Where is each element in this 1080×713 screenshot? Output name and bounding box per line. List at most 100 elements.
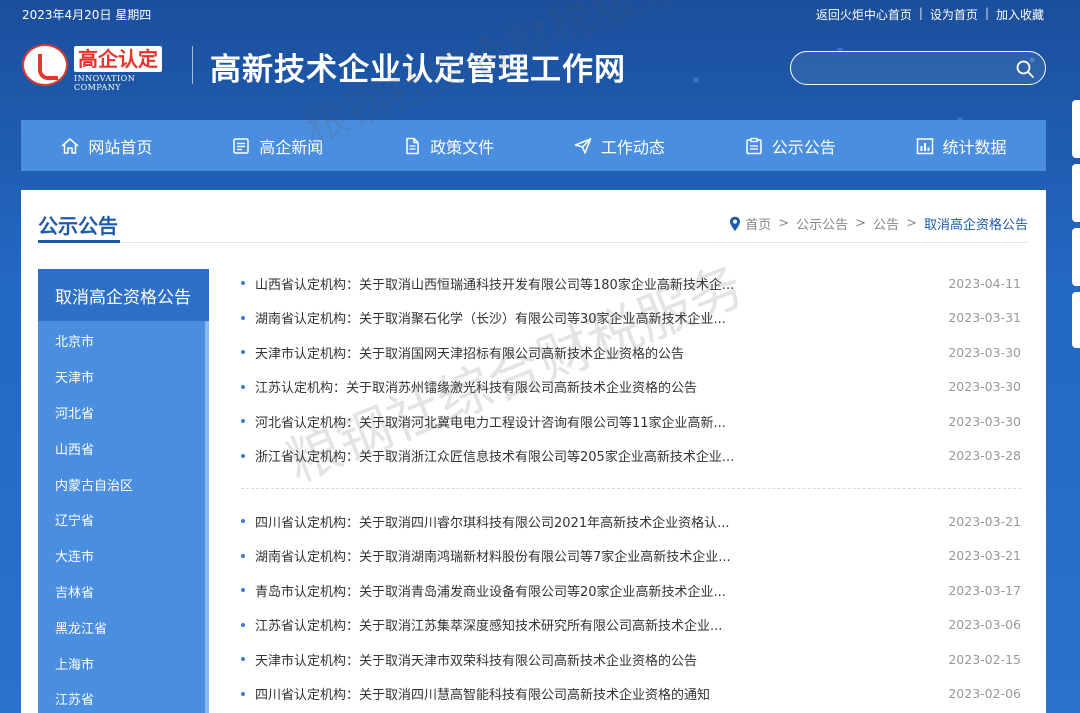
- top-links: 返回火炬中心首页 | 设为首页 | 加入收藏: [816, 6, 1044, 23]
- news-title[interactable]: 浙江省认定机构：关于取消浙江众匠信息技术有限公司等205家企业高新技术企业...: [255, 446, 775, 465]
- nav-item-home[interactable]: 网站首页: [21, 120, 192, 171]
- bullet-icon: [241, 384, 245, 389]
- breadcrumb-sep: >: [855, 216, 867, 231]
- list-item[interactable]: 四川省认定机构：关于取消四川慧高智能科技有限公司高新技术企业资格的通知 2023-…: [241, 677, 1021, 712]
- news-date: 2023-03-30: [948, 344, 1021, 360]
- sidebar-item-beijing[interactable]: 北京市: [38, 323, 209, 359]
- side-float-tab[interactable]: [1072, 228, 1080, 286]
- breadcrumb-notice[interactable]: 公示公告: [796, 214, 848, 233]
- nav-item-news[interactable]: 高企新闻: [192, 120, 363, 171]
- sidebar-item-jiangsu[interactable]: 江苏省: [38, 681, 209, 713]
- sidebar-item-tianjin[interactable]: 天津市: [38, 359, 209, 395]
- search-input[interactable]: [803, 57, 1003, 79]
- nav-label: 公示公告: [771, 137, 836, 157]
- set-homepage-link[interactable]: 设为首页: [930, 6, 978, 23]
- side-float-tab[interactable]: [1072, 164, 1080, 222]
- news-date: 2023-03-17: [948, 582, 1021, 598]
- title-underline: [38, 240, 120, 243]
- separator: |: [984, 6, 989, 20]
- list-item[interactable]: 湖南省认定机构：关于取消湖南鸿瑞新材料股份有限公司等7家企业高新技术企业... 2…: [241, 539, 1021, 574]
- nav-label: 统计数据: [942, 137, 1007, 157]
- sidebar-item-inner-mongolia[interactable]: 内蒙古自治区: [38, 466, 209, 502]
- sidebar-scrollbar[interactable]: [205, 321, 209, 713]
- side-float-tab[interactable]: [1072, 292, 1080, 348]
- clipboard-icon: [745, 137, 762, 154]
- add-favorite-link[interactable]: 加入收藏: [996, 6, 1044, 23]
- torch-center-home-link[interactable]: 返回火炬中心首页: [816, 6, 912, 23]
- news-date: 2023-03-06: [948, 617, 1021, 633]
- location-pin-icon: [730, 216, 741, 231]
- nav-label: 工作动态: [600, 137, 665, 157]
- news-title[interactable]: 江苏省认定机构：关于取消江苏集萃深度感知技术研究所有限公司高新技术企业...: [255, 615, 775, 634]
- logo-subtext: INNOVATION COMPANY: [74, 74, 136, 92]
- breadcrumb: 首页 > 公示公告 > 公告 > 取消高企资格公告: [729, 214, 1028, 233]
- news-title[interactable]: 江苏认定机构：关于取消苏州镭缘激光科技有限公司高新技术企业资格的公告: [255, 377, 775, 396]
- news-title[interactable]: 青岛市认定机构：关于取消青岛浦发商业设备有限公司等20家企业高新技术企业...: [255, 581, 775, 600]
- news-title[interactable]: 天津市认定机构：关于取消天津市双荣科技有限公司高新技术企业资格的公告: [255, 650, 775, 669]
- sidebar-item-shanghai[interactable]: 上海市: [38, 645, 209, 681]
- news-title[interactable]: 天津市认定机构：关于取消国网天津招标有限公司高新技术企业资格的公告: [255, 343, 775, 362]
- bullet-icon: [241, 315, 245, 320]
- content-panel: 公示公告 首页 > 公示公告 > 公告 > 取消高企资格公告 取消高企资格公告 …: [21, 190, 1046, 713]
- news-date: 2023-03-30: [948, 413, 1021, 429]
- news-date: 2023-02-15: [948, 651, 1021, 667]
- list-item[interactable]: 江苏省认定机构：关于取消江苏集萃深度感知技术研究所有限公司高新技术企业... 20…: [241, 608, 1021, 643]
- bullet-icon: [241, 419, 245, 424]
- logo-text: 高企认定: [74, 46, 162, 72]
- nav-item-work[interactable]: 工作动态: [533, 120, 704, 171]
- site-logo[interactable]: 高企认定 INNOVATION COMPANY: [22, 40, 182, 92]
- sidebar-item-dalian[interactable]: 大连市: [38, 538, 209, 574]
- group-divider: [241, 473, 1021, 489]
- news-list: 山西省认定机构：关于取消山西恒瑞通科技开发有限公司等180家企业高新技术企...…: [241, 266, 1021, 711]
- side-float-tab[interactable]: [1072, 100, 1080, 158]
- list-item[interactable]: 山西省认定机构：关于取消山西恒瑞通科技开发有限公司等180家企业高新技术企...…: [241, 266, 1021, 301]
- sidebar-item-shanxi[interactable]: 山西省: [38, 430, 209, 466]
- list-item[interactable]: 天津市认定机构：关于取消国网天津招标有限公司高新技术企业资格的公告 2023-03…: [241, 335, 1021, 370]
- document-icon: [406, 137, 419, 154]
- news-date: 2023-02-06: [948, 686, 1021, 702]
- sidebar-list: 北京市 天津市 河北省 山西省 内蒙古自治区 辽宁省 大连市 吉林省 黑龙江省 …: [38, 321, 209, 713]
- sidebar-item-jilin[interactable]: 吉林省: [38, 574, 209, 610]
- sidebar-item-liaoning[interactable]: 辽宁省: [38, 502, 209, 538]
- breadcrumb-announcement[interactable]: 公告: [873, 214, 899, 233]
- breadcrumb-sep: >: [778, 216, 790, 231]
- nav-item-policy[interactable]: 政策文件: [363, 120, 534, 171]
- bullet-icon: [241, 350, 245, 355]
- search-icon[interactable]: [1015, 59, 1035, 79]
- list-item[interactable]: 四川省认定机构：关于取消四川睿尔琪科技有限公司2021年高新技术企业资格认...…: [241, 504, 1021, 539]
- list-item[interactable]: 河北省认定机构：关于取消河北冀电电力工程设计咨询有限公司等11家企业高新... 2…: [241, 404, 1021, 439]
- news-title[interactable]: 山西省认定机构：关于取消山西恒瑞通科技开发有限公司等180家企业高新技术企...: [255, 274, 775, 293]
- title-rule: [38, 242, 1028, 243]
- list-item[interactable]: 天津市认定机构：关于取消天津市双荣科技有限公司高新技术企业资格的公告 2023-0…: [241, 642, 1021, 677]
- separator: |: [918, 6, 923, 20]
- breadcrumb-current[interactable]: 取消高企资格公告: [924, 214, 1028, 233]
- bullet-icon: [241, 553, 245, 558]
- breadcrumb-home[interactable]: 首页: [745, 214, 771, 233]
- news-title[interactable]: 湖南省认定机构：关于取消湖南鸿瑞新材料股份有限公司等7家企业高新技术企业...: [255, 546, 775, 565]
- news-date: 2023-03-31: [948, 310, 1021, 326]
- list-item[interactable]: 青岛市认定机构：关于取消青岛浦发商业设备有限公司等20家企业高新技术企业... 2…: [241, 573, 1021, 608]
- current-date: 2023年4月20日 星期四: [22, 8, 152, 22]
- site-title: 高新技术企业认定管理工作网: [210, 52, 626, 88]
- news-icon: [233, 137, 249, 154]
- bullet-icon: [241, 588, 245, 593]
- nav-item-stats[interactable]: 统计数据: [875, 120, 1046, 171]
- page-title: 公示公告: [38, 214, 118, 238]
- news-date: 2023-03-28: [948, 448, 1021, 464]
- nav-item-notice[interactable]: 公示公告: [704, 120, 875, 171]
- news-title[interactable]: 湖南省认定机构：关于取消聚石化学（长沙）有限公司等30家企业高新技术企业...: [255, 308, 775, 327]
- home-icon: [61, 137, 79, 154]
- sidebar-item-hebei[interactable]: 河北省: [38, 395, 209, 431]
- list-item[interactable]: 江苏认定机构：关于取消苏州镭缘激光科技有限公司高新技术企业资格的公告 2023-0…: [241, 370, 1021, 405]
- sidebar-item-heilongjiang[interactable]: 黑龙江省: [38, 609, 209, 645]
- list-item[interactable]: 湖南省认定机构：关于取消聚石化学（长沙）有限公司等30家企业高新技术企业... 2…: [241, 301, 1021, 336]
- news-title[interactable]: 四川省认定机构：关于取消四川慧高智能科技有限公司高新技术企业资格的通知: [255, 684, 775, 703]
- news-title[interactable]: 河北省认定机构：关于取消河北冀电电力工程设计咨询有限公司等11家企业高新...: [255, 412, 775, 431]
- news-title[interactable]: 四川省认定机构：关于取消四川睿尔琪科技有限公司2021年高新技术企业资格认...: [255, 512, 775, 531]
- list-item[interactable]: 浙江省认定机构：关于取消浙江众匠信息技术有限公司等205家企业高新技术企业...…: [241, 439, 1021, 474]
- send-icon: [574, 137, 592, 154]
- bullet-icon: [241, 657, 245, 662]
- nav-label: 网站首页: [88, 137, 153, 157]
- news-date: 2023-03-30: [948, 379, 1021, 395]
- news-date: 2023-04-11: [948, 275, 1021, 291]
